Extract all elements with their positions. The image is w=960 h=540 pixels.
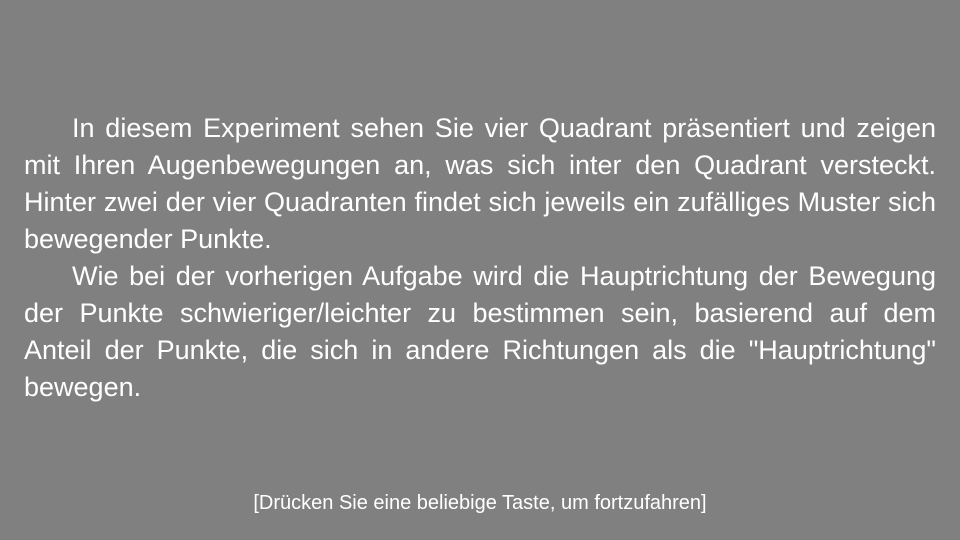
- instruction-text-block: In diesem Experiment sehen Sie vier Quad…: [24, 110, 936, 406]
- instruction-paragraph-2: Wie bei der vorherigen Aufgabe wird die …: [24, 261, 936, 402]
- continue-prompt: [Drücken Sie eine beliebige Taste, um fo…: [253, 492, 707, 514]
- instruction-paragraph-1: In diesem Experiment sehen Sie vier Quad…: [24, 113, 936, 254]
- experiment-screen[interactable]: In diesem Experiment sehen Sie vier Quad…: [0, 0, 960, 540]
